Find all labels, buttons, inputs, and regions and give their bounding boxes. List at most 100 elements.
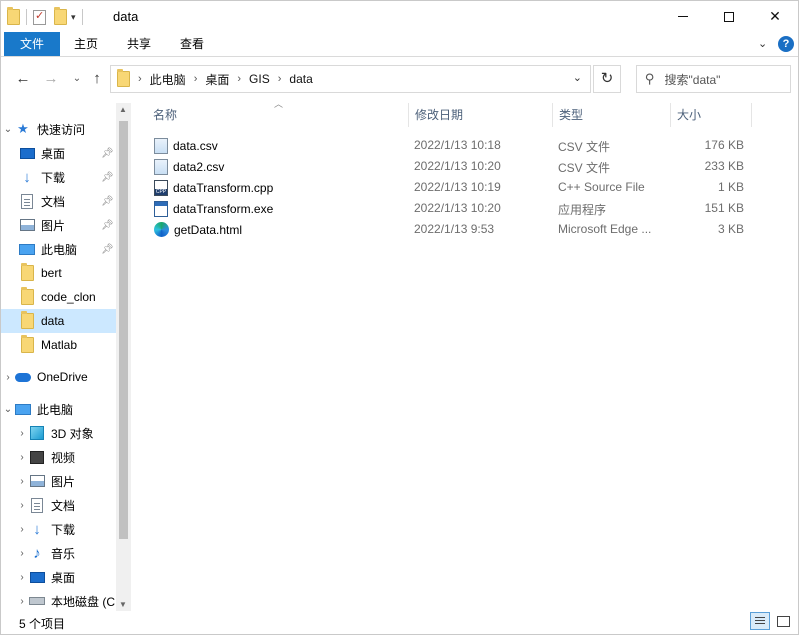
column-header-date[interactable]: 修改日期	[409, 103, 553, 127]
minimize-button[interactable]	[660, 1, 706, 32]
tab-home[interactable]: 主页	[62, 32, 110, 56]
large-icons-view-button[interactable]	[773, 612, 793, 630]
sidebar-item-downloads[interactable]: ↓ 下载 📌︎	[1, 165, 116, 189]
details-view-button[interactable]	[750, 612, 770, 630]
sidebar-item-3d-objects[interactable]: › 3D 对象	[1, 421, 116, 445]
sidebar-item-videos[interactable]: › 视频	[1, 445, 116, 469]
scrollbar-thumb[interactable]	[119, 121, 128, 539]
tab-share[interactable]: 共享	[114, 32, 164, 56]
file-name-cell: data.csv	[154, 138, 218, 154]
recent-locations-button[interactable]: ⌄	[67, 69, 87, 89]
sidebar-item-this-pc-pinned[interactable]: 此电脑 📌︎	[1, 237, 116, 261]
scroll-up-icon[interactable]: ▲	[119, 105, 127, 114]
cpp-file-icon	[154, 180, 168, 196]
csv-file-icon	[154, 138, 168, 154]
this-pc-icon	[15, 403, 31, 415]
sidebar-item-this-pc[interactable]: ⌄ 此电脑	[1, 397, 116, 421]
help-icon[interactable]: ?	[778, 36, 794, 52]
maximize-button[interactable]	[706, 1, 752, 32]
chevron-right-icon[interactable]: ›	[237, 73, 241, 85]
chevron-right-icon[interactable]: ›	[15, 452, 29, 463]
chevron-right-icon[interactable]: ›	[15, 572, 29, 583]
tab-file[interactable]: 文件	[4, 32, 60, 56]
chevron-right-icon[interactable]: ›	[138, 73, 142, 85]
column-header-type[interactable]: 类型	[553, 103, 671, 127]
address-dropdown-icon[interactable]: ⌄	[573, 71, 582, 84]
sidebar-item-pc-pictures[interactable]: › 图片	[1, 469, 116, 493]
breadcrumb-gis[interactable]: GIS	[249, 72, 270, 86]
pin-icon: 📌︎	[101, 219, 114, 231]
file-row[interactable]: dataTransform.cpp 2022/1/13 10:19 C++ So…	[147, 177, 752, 198]
breadcrumb-desktop[interactable]: 桌面	[205, 71, 229, 88]
breadcrumb-this-pc[interactable]: 此电脑	[150, 71, 186, 88]
sidebar-item-pc-downloads[interactable]: › ↓ 下载	[1, 517, 116, 541]
properties-icon[interactable]	[33, 9, 46, 25]
sidebar-item-data[interactable]: data	[1, 309, 116, 333]
close-icon: ✕	[769, 8, 781, 24]
pin-icon: 📌︎	[101, 243, 114, 255]
file-row[interactable]: data.csv 2022/1/13 10:18 CSV 文件 176 KB	[147, 135, 752, 156]
sidebar-item-documents[interactable]: 文档 📌︎	[1, 189, 116, 213]
sidebar-item-code-clon[interactable]: code_clon	[1, 285, 116, 309]
sidebar-item-pc-documents[interactable]: › 文档	[1, 493, 116, 517]
file-name-cell: getData.html	[154, 222, 242, 237]
forward-button[interactable]: →	[41, 69, 61, 89]
maximize-icon	[724, 11, 734, 22]
file-row[interactable]: dataTransform.exe 2022/1/13 10:20 应用程序 1…	[147, 198, 752, 219]
folder-icon	[117, 69, 130, 87]
chevron-right-icon[interactable]: ›	[15, 428, 29, 439]
sidebar-scrollbar[interactable]: ▲ ▼	[116, 103, 131, 611]
sidebar-item-local-disk[interactable]: › 本地磁盘 (C	[1, 589, 116, 611]
sidebar-item-label: 下载	[51, 522, 76, 537]
sidebar-item-music[interactable]: › ♪ 音乐	[1, 541, 116, 565]
sidebar-item-bert[interactable]: bert	[1, 261, 116, 285]
chevron-right-icon[interactable]: ›	[15, 596, 29, 607]
item-count: 5 个项目	[19, 617, 66, 631]
file-name: dataTransform.cpp	[173, 181, 274, 195]
new-folder-icon[interactable]	[54, 7, 67, 25]
minimize-icon	[678, 16, 688, 17]
cloud-icon	[15, 369, 31, 385]
search-placeholder: 搜索"data"	[664, 72, 721, 87]
pictures-icon	[29, 473, 45, 489]
customize-toolbar-icon[interactable]: ▾	[71, 12, 76, 23]
sidebar-item-quick-access[interactable]: ⌄ ★ 快速访问	[1, 117, 116, 141]
file-row[interactable]: getData.html 2022/1/13 9:53 Microsoft Ed…	[147, 219, 752, 240]
sidebar-item-matlab[interactable]: Matlab	[1, 333, 116, 357]
download-icon: ↓	[23, 168, 31, 186]
tab-view[interactable]: 查看	[168, 32, 216, 56]
sidebar-item-desktop[interactable]: 桌面 📌︎	[1, 141, 116, 165]
file-row[interactable]: data2.csv 2022/1/13 10:20 CSV 文件 233 KB	[147, 156, 752, 177]
sidebar-item-pictures[interactable]: 图片 📌︎	[1, 213, 116, 237]
folder-icon	[20, 287, 34, 305]
sidebar-item-label: 桌面	[41, 146, 66, 161]
file-date: 2022/1/13 9:53	[414, 222, 495, 236]
scroll-down-icon[interactable]: ▼	[119, 600, 127, 609]
up-button[interactable]: ↑	[87, 69, 107, 89]
chevron-right-icon[interactable]: ›	[194, 73, 198, 85]
address-bar[interactable]: › 此电脑 › 桌面 › GIS › data ⌄	[110, 65, 591, 93]
chevron-right-icon[interactable]: ›	[15, 476, 29, 487]
file-name: data.csv	[173, 139, 218, 153]
sidebar-item-label: OneDrive	[37, 370, 88, 384]
expand-ribbon-icon[interactable]: ⌄	[758, 37, 767, 50]
sidebar-item-label: Matlab	[41, 338, 78, 352]
search-input[interactable]: ⚲ 搜索"data"	[636, 65, 791, 93]
refresh-button[interactable]: ↻	[593, 65, 621, 93]
sidebar-item-pc-desktop[interactable]: › 桌面	[1, 565, 116, 589]
chevron-down-icon[interactable]: ⌄	[1, 404, 15, 415]
star-icon: ★	[17, 121, 29, 136]
file-size: 1 KB	[717, 180, 744, 194]
column-header-name[interactable]: 名称	[147, 103, 409, 127]
chevron-right-icon[interactable]: ›	[15, 548, 29, 559]
back-button[interactable]: ←	[13, 69, 33, 89]
chevron-right-icon[interactable]: ›	[1, 372, 15, 383]
chevron-right-icon[interactable]: ›	[278, 73, 282, 85]
breadcrumb-data[interactable]: data	[289, 72, 312, 86]
column-header-size[interactable]: 大小	[671, 103, 752, 127]
chevron-down-icon[interactable]: ⌄	[1, 124, 15, 135]
chevron-right-icon[interactable]: ›	[15, 524, 29, 535]
chevron-right-icon[interactable]: ›	[15, 500, 29, 511]
close-button[interactable]: ✕	[752, 1, 798, 32]
sidebar-item-onedrive[interactable]: › OneDrive	[1, 365, 116, 389]
